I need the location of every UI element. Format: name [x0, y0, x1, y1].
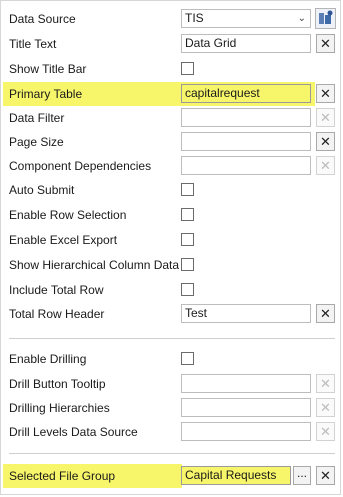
row-enable-row-selection: Enable Row Selection — [1, 204, 342, 226]
row-include-total-row: Include Total Row — [1, 279, 342, 301]
title-text-input[interactable]: Data Grid — [181, 34, 311, 53]
row-total-row-header: Total Row Header Test ✕ — [1, 303, 342, 325]
clear-selected-file-group-button[interactable]: ✕ — [316, 466, 335, 485]
row-data-source: Data Source TIS ⌄ — [1, 8, 342, 30]
label-drilling-hierarchies: Drilling Hierarchies — [9, 401, 110, 415]
clear-component-dependencies-button[interactable]: ✕ — [316, 156, 335, 175]
browse-button[interactable]: ... — [293, 466, 311, 485]
row-show-title-bar: Show Title Bar — [1, 58, 342, 80]
row-enable-drilling: Enable Drilling — [1, 348, 342, 370]
row-primary-table: Primary Table capitalrequest ✕ — [1, 82, 342, 106]
label-include-total-row: Include Total Row — [9, 283, 104, 297]
label-show-hierarchical-column-data: Show Hierarchical Column Data — [9, 258, 180, 272]
label-data-source: Data Source — [9, 12, 76, 26]
show-hierarchical-column-data-checkbox[interactable] — [181, 258, 194, 271]
row-data-filter: Data Filter ✕ — [1, 107, 342, 129]
data-source-select[interactable]: TIS ⌄ — [181, 9, 311, 28]
drilling-hierarchies-input[interactable] — [181, 398, 311, 417]
enable-drilling-checkbox[interactable] — [181, 352, 194, 365]
section-divider — [9, 338, 335, 339]
row-drill-button-tooltip: Drill Button Tooltip ✕ — [1, 373, 342, 395]
data-source-tool-icon — [319, 10, 333, 24]
clear-drilling-hierarchies-button[interactable]: ✕ — [316, 398, 335, 417]
drill-button-tooltip-input[interactable] — [181, 374, 311, 393]
section-divider — [9, 453, 335, 454]
total-row-header-input[interactable]: Test — [181, 304, 311, 323]
label-enable-excel-export: Enable Excel Export — [9, 233, 118, 247]
row-auto-submit: Auto Submit — [1, 179, 342, 201]
label-drill-levels-data-source: Drill Levels Data Source — [9, 425, 138, 439]
clear-primary-table-button[interactable]: ✕ — [316, 84, 335, 103]
row-title-text: Title Text Data Grid ✕ — [1, 33, 342, 55]
primary-table-input[interactable]: capitalrequest — [181, 84, 311, 103]
data-source-tool-button[interactable] — [315, 8, 336, 29]
clear-drill-levels-data-source-button[interactable]: ✕ — [316, 422, 335, 441]
label-show-title-bar: Show Title Bar — [9, 62, 87, 76]
clear-page-size-button[interactable]: ✕ — [316, 132, 335, 151]
data-source-value: TIS — [185, 11, 204, 25]
chevron-down-icon: ⌄ — [297, 13, 306, 24]
label-total-row-header: Total Row Header — [9, 307, 105, 321]
clear-drill-button-tooltip-button[interactable]: ✕ — [316, 374, 335, 393]
data-filter-input[interactable] — [181, 108, 311, 127]
label-page-size: Page Size — [9, 135, 64, 149]
label-selected-file-group: Selected File Group — [3, 464, 182, 488]
label-component-dependencies: Component Dependencies — [9, 159, 152, 173]
label-drill-button-tooltip: Drill Button Tooltip — [9, 377, 106, 391]
enable-row-selection-checkbox[interactable] — [181, 208, 194, 221]
label-data-filter: Data Filter — [9, 111, 65, 125]
drill-levels-data-source-input[interactable] — [181, 422, 311, 441]
row-selected-file-group: Selected File Group Capital Requests ...… — [1, 464, 342, 488]
clear-data-filter-button[interactable]: ✕ — [316, 108, 335, 127]
show-title-bar-checkbox[interactable] — [181, 62, 194, 75]
row-enable-excel-export: Enable Excel Export — [1, 229, 342, 251]
label-enable-row-selection: Enable Row Selection — [9, 208, 127, 222]
label-enable-drilling: Enable Drilling — [9, 352, 87, 366]
row-component-dependencies: Component Dependencies ✕ — [1, 155, 342, 177]
row-drilling-hierarchies: Drilling Hierarchies ✕ — [1, 397, 342, 419]
include-total-row-checkbox[interactable] — [181, 283, 194, 296]
row-show-hierarchical-column-data: Show Hierarchical Column Data — [1, 254, 342, 276]
page-size-input[interactable] — [181, 132, 311, 151]
label-auto-submit: Auto Submit — [9, 183, 75, 197]
component-dependencies-input[interactable] — [181, 156, 311, 175]
row-page-size: Page Size ✕ — [1, 131, 342, 153]
label-title-text: Title Text — [9, 37, 57, 51]
properties-panel: Data Source TIS ⌄ Title Text Data Grid ✕… — [0, 0, 341, 495]
clear-title-text-button[interactable]: ✕ — [316, 34, 335, 53]
auto-submit-checkbox[interactable] — [181, 183, 194, 196]
enable-excel-export-checkbox[interactable] — [181, 233, 194, 246]
row-drill-levels-data-source: Drill Levels Data Source ✕ — [1, 421, 342, 443]
selected-file-group-input[interactable]: Capital Requests — [181, 466, 291, 485]
clear-total-row-header-button[interactable]: ✕ — [316, 304, 335, 323]
